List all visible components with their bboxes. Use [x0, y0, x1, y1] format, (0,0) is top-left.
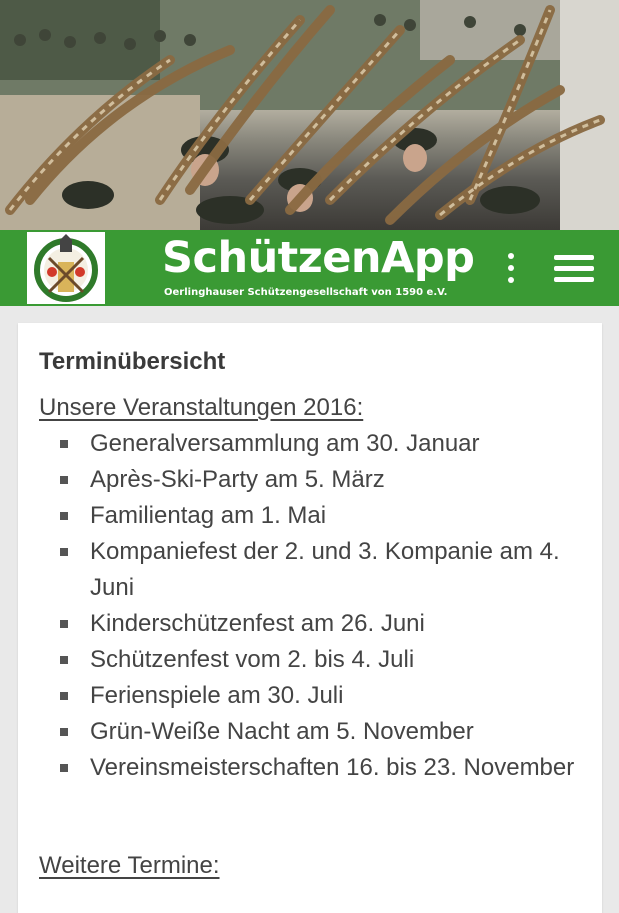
header-photo — [0, 0, 619, 230]
list-item: Ferienspiele am 30. Juli — [18, 678, 602, 714]
section-heading-more: Weitere Termine: — [39, 852, 220, 879]
bullet-icon — [60, 692, 68, 700]
bullet-icon — [60, 476, 68, 484]
list-item: Après-Ski-Party am 5. März — [18, 462, 602, 498]
list-item: Kompaniefest der 2. und 3. Kompanie am 4… — [18, 534, 602, 606]
app-title: SchützenApp — [162, 233, 475, 283]
bullet-icon — [60, 512, 68, 520]
hamburger-menu-icon[interactable] — [552, 252, 596, 284]
list-item: Grün-Weiße Nacht am 5. November — [18, 714, 602, 750]
bullet-icon — [60, 764, 68, 772]
app-subtitle: Oerlinghauser Schützengesellschaft von 1… — [164, 287, 448, 298]
bullet-icon — [60, 548, 68, 556]
section-heading-2016: Unsere Veranstaltungen 2016: — [39, 394, 364, 421]
app-header: SchützenApp Oerlinghauser Schützengesell… — [0, 230, 619, 306]
event-list: Generalversammlung am 30. Januar Après-S… — [18, 426, 602, 786]
list-item: Generalversammlung am 30. Januar — [18, 426, 602, 462]
list-item: Schützenfest vom 2. bis 4. Juli — [18, 642, 602, 678]
bullet-icon — [60, 728, 68, 736]
bullet-icon — [60, 620, 68, 628]
more-vert-icon[interactable] — [500, 250, 522, 286]
list-item: Familientag am 1. Mai — [18, 498, 602, 534]
bullet-icon — [60, 656, 68, 664]
club-crest-icon[interactable] — [27, 232, 105, 304]
content-card: Terminübersicht Unsere Veranstaltungen 2… — [18, 323, 602, 913]
page-title: Terminübersicht — [39, 348, 226, 375]
bullet-icon — [60, 440, 68, 448]
list-item: Vereinsmeisterschaften 16. bis 23. Novem… — [18, 750, 602, 786]
list-item: Kinderschützenfest am 26. Juni — [18, 606, 602, 642]
